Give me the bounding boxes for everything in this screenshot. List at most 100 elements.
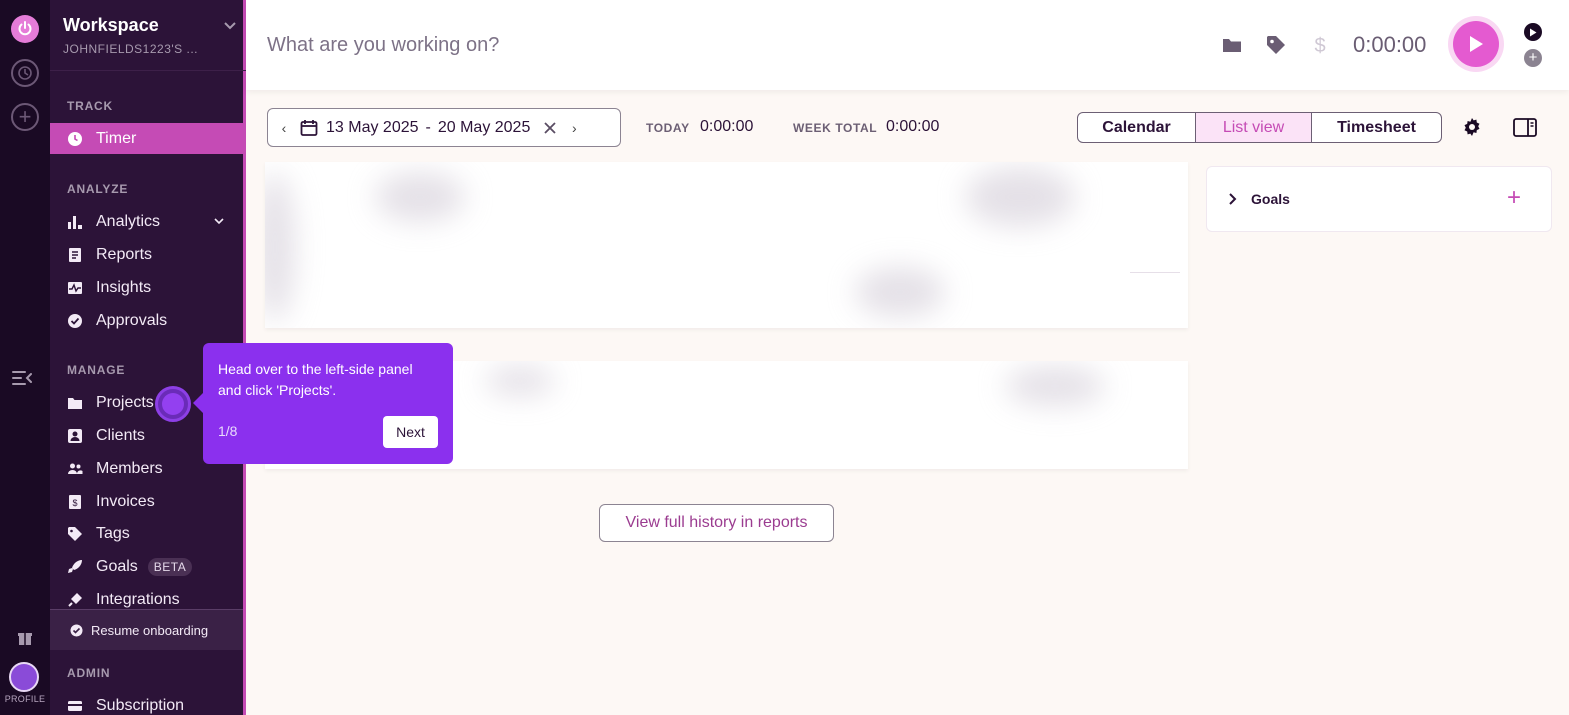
date-start: 13 May 2025: [326, 118, 419, 136]
loading-shimmer: [485, 366, 555, 396]
sidebar-item-subscription[interactable]: Subscription: [50, 690, 243, 715]
sidebar-item-label: Projects: [96, 393, 154, 411]
timer-mode-button[interactable]: [1524, 23, 1542, 41]
calendar-icon: [300, 119, 318, 136]
description-input[interactable]: What are you working on?: [267, 34, 499, 57]
chevron-down-icon: [214, 218, 224, 225]
svg-text:$: $: [72, 498, 77, 508]
tooltip-step-counter: 1/8: [218, 423, 238, 439]
tooltip-text: Head over to the left-side panel and cli…: [218, 361, 413, 398]
activity-icon: [66, 279, 84, 297]
rocket-icon: [66, 558, 84, 576]
sidebar-item-reports[interactable]: Reports: [50, 239, 243, 270]
sidebar-item-goals[interactable]: Goals BETA: [50, 551, 243, 582]
play-icon: [1530, 28, 1537, 36]
sidebar-item-label: Integrations: [96, 590, 180, 608]
dollar-icon[interactable]: $: [1309, 34, 1331, 56]
play-icon: [1470, 36, 1483, 52]
gift-icon[interactable]: [15, 628, 35, 648]
sidebar-item-label: Approvals: [96, 311, 168, 329]
people-icon: [66, 460, 84, 478]
resume-onboarding-button[interactable]: Resume onboarding: [50, 609, 243, 650]
goals-title: Goals: [1251, 191, 1290, 207]
chevron-right-icon[interactable]: [1225, 192, 1239, 206]
workspace-switcher[interactable]: Workspace JOHNFIELDS1223'S ...: [63, 15, 238, 56]
date-separator: -: [425, 118, 431, 136]
tab-calendar[interactable]: Calendar: [1078, 113, 1196, 142]
manual-mode-button[interactable]: +: [1524, 49, 1542, 67]
sidebar-item-analytics[interactable]: Analytics: [50, 206, 243, 237]
svg-text:$: $: [1314, 35, 1325, 56]
tab-timesheet[interactable]: Timesheet: [1312, 113, 1441, 142]
timer-bar: What are you working on? $ 0:00:00 +: [246, 0, 1569, 90]
tag-icon: [66, 525, 84, 543]
hotspot-core: [162, 393, 184, 415]
divider: [1130, 272, 1180, 273]
check-circle-icon: [70, 624, 83, 636]
contact-icon: [66, 427, 84, 445]
date-end: 20 May 2025: [437, 118, 531, 136]
next-button[interactable]: Next: [383, 416, 438, 448]
collapse-sidebar-icon[interactable]: [11, 368, 35, 388]
bar-chart-icon: [66, 213, 84, 231]
sidebar-item-label: Subscription: [96, 696, 185, 714]
avatar[interactable]: [9, 662, 39, 692]
goals-panel[interactable]: Goals +: [1206, 166, 1552, 232]
start-timer-button[interactable]: [1453, 21, 1499, 67]
tab-list-view[interactable]: List view: [1196, 113, 1312, 142]
gear-icon[interactable]: [1462, 117, 1482, 137]
invoice-icon: $: [66, 493, 84, 511]
profile-label: PROFILE: [4, 694, 46, 704]
sidebar-item-label: Reports: [96, 245, 153, 263]
card-icon: [66, 697, 84, 715]
loading-shimmer: [375, 172, 465, 222]
clock-icon: [66, 130, 84, 148]
chevron-down-icon: [224, 22, 236, 30]
icon-rail: + PROFILE: [0, 0, 50, 715]
power-icon[interactable]: [11, 15, 39, 43]
sidebar-item-label: Insights: [96, 278, 152, 296]
section-manage: MANAGE: [67, 363, 126, 377]
date-range-picker[interactable]: ‹ 13 May 2025 - 20 May 2025 ›: [267, 108, 621, 147]
week-total-label: WEEK TOTAL: [793, 121, 878, 135]
sidebar-item-label: Goals: [96, 557, 138, 575]
add-goal-button[interactable]: +: [1507, 186, 1521, 210]
tag-icon[interactable]: [1265, 34, 1287, 56]
timer-display: 0:00:00: [1353, 32, 1427, 57]
sidebar-item-insights[interactable]: Insights: [50, 272, 243, 303]
divider: [50, 70, 246, 71]
sidebar-item-label: Invoices: [96, 492, 155, 510]
check-circle-icon: [66, 312, 84, 330]
today-value: 0:00:00: [700, 118, 754, 135]
timer-off-icon[interactable]: [11, 59, 39, 87]
onboarding-hotspot[interactable]: [155, 386, 191, 422]
section-track: TRACK: [67, 99, 113, 113]
view-history-button[interactable]: View full history in reports: [599, 504, 834, 542]
sidebar-item-timer[interactable]: Timer: [50, 123, 243, 154]
sidebar-item-tags[interactable]: Tags: [50, 518, 243, 549]
folder-icon[interactable]: [1221, 34, 1243, 56]
resume-onboarding-label: Resume onboarding: [91, 622, 209, 638]
sidebar-item-label: Tags: [96, 524, 130, 542]
time-entries-card: [265, 162, 1188, 328]
loading-shimmer: [1005, 366, 1105, 406]
previous-week-button[interactable]: ‹: [268, 120, 300, 136]
next-week-button[interactable]: ›: [558, 120, 590, 136]
folder-icon: [66, 394, 84, 412]
sidebar-item-label: Timer: [96, 129, 137, 147]
sidebar-item-approvals[interactable]: Approvals: [50, 305, 243, 336]
plug-icon: [66, 591, 84, 609]
section-admin: ADMIN: [67, 666, 111, 680]
close-icon[interactable]: [542, 120, 558, 136]
sidebar-item-label: Members: [96, 459, 163, 477]
onboarding-tooltip: Head over to the left-side panel and cli…: [193, 343, 453, 464]
add-workspace-icon[interactable]: +: [11, 103, 39, 131]
view-switcher: Calendar List view Timesheet: [1077, 112, 1442, 143]
sidebar-item-label: Clients: [96, 426, 145, 444]
workspace-name: Workspace: [63, 15, 159, 35]
sidebar-item-invoices[interactable]: $ Invoices: [50, 486, 243, 517]
document-icon: [66, 246, 84, 264]
side-panel-toggle-icon[interactable]: [1513, 118, 1537, 137]
loading-shimmer: [965, 167, 1075, 227]
sidebar-item-label: Analytics: [96, 212, 161, 230]
